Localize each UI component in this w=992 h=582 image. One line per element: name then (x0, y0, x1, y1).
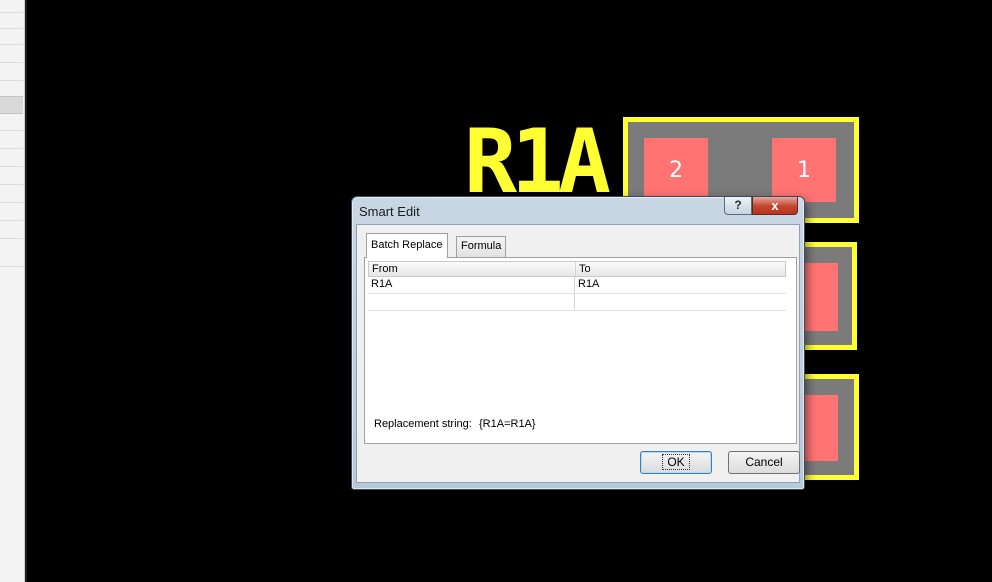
panel-divider (0, 184, 23, 185)
dialog-title: Smart Edit (359, 204, 420, 219)
tab-batch-replace[interactable]: Batch Replace (366, 233, 448, 258)
panel-divider (0, 28, 23, 29)
panel-divider (0, 148, 23, 149)
panel-divider (0, 166, 23, 167)
close-button[interactable]: x (752, 197, 798, 215)
pad-1[interactable]: 1 (772, 138, 836, 202)
panel-divider (0, 238, 23, 239)
tab-formula[interactable]: Formula (456, 236, 507, 257)
panel-divider (0, 12, 23, 13)
to-cell[interactable] (575, 294, 785, 310)
panel-divider (0, 80, 23, 81)
replace-table: From To R1A R1A (368, 261, 786, 311)
component-designator[interactable]: R1A (464, 118, 611, 206)
table-row[interactable]: R1A R1A (368, 277, 786, 294)
panel-divider (0, 266, 23, 267)
batch-replace-panel: From To R1A R1A Replacement string: {R1A… (364, 257, 797, 444)
ok-button[interactable]: OK (640, 451, 712, 474)
panel-divider (0, 62, 23, 63)
smart-edit-dialog: Smart Edit ? x Batch Replace Formula Fro… (351, 196, 805, 490)
column-header-to[interactable]: To (576, 262, 786, 276)
dialog-client-area: Batch Replace Formula From To R1A R1A Re… (356, 224, 800, 483)
help-button[interactable]: ? (724, 197, 752, 215)
to-cell[interactable]: R1A (575, 277, 785, 293)
replacement-string-label: Replacement string: (374, 418, 472, 430)
from-cell[interactable] (368, 294, 575, 310)
close-icon: x (771, 198, 779, 213)
dialog-titlebar[interactable]: Smart Edit ? x (352, 197, 804, 225)
cancel-button[interactable]: Cancel (728, 451, 800, 474)
from-cell[interactable]: R1A (368, 277, 575, 293)
table-row[interactable] (368, 294, 786, 311)
panel-divider (0, 130, 23, 131)
panel-divider (0, 220, 23, 221)
panel-selected-row[interactable] (0, 96, 23, 114)
ok-button-label: OK (662, 454, 690, 470)
replacement-string-value: {R1A=R1A} (479, 418, 536, 430)
table-header: From To (368, 261, 786, 277)
left-panel[interactable] (0, 0, 25, 582)
column-header-from[interactable]: From (369, 262, 576, 276)
panel-divider (0, 202, 23, 203)
panel-divider (0, 44, 23, 45)
pad-2[interactable]: 2 (644, 138, 708, 202)
